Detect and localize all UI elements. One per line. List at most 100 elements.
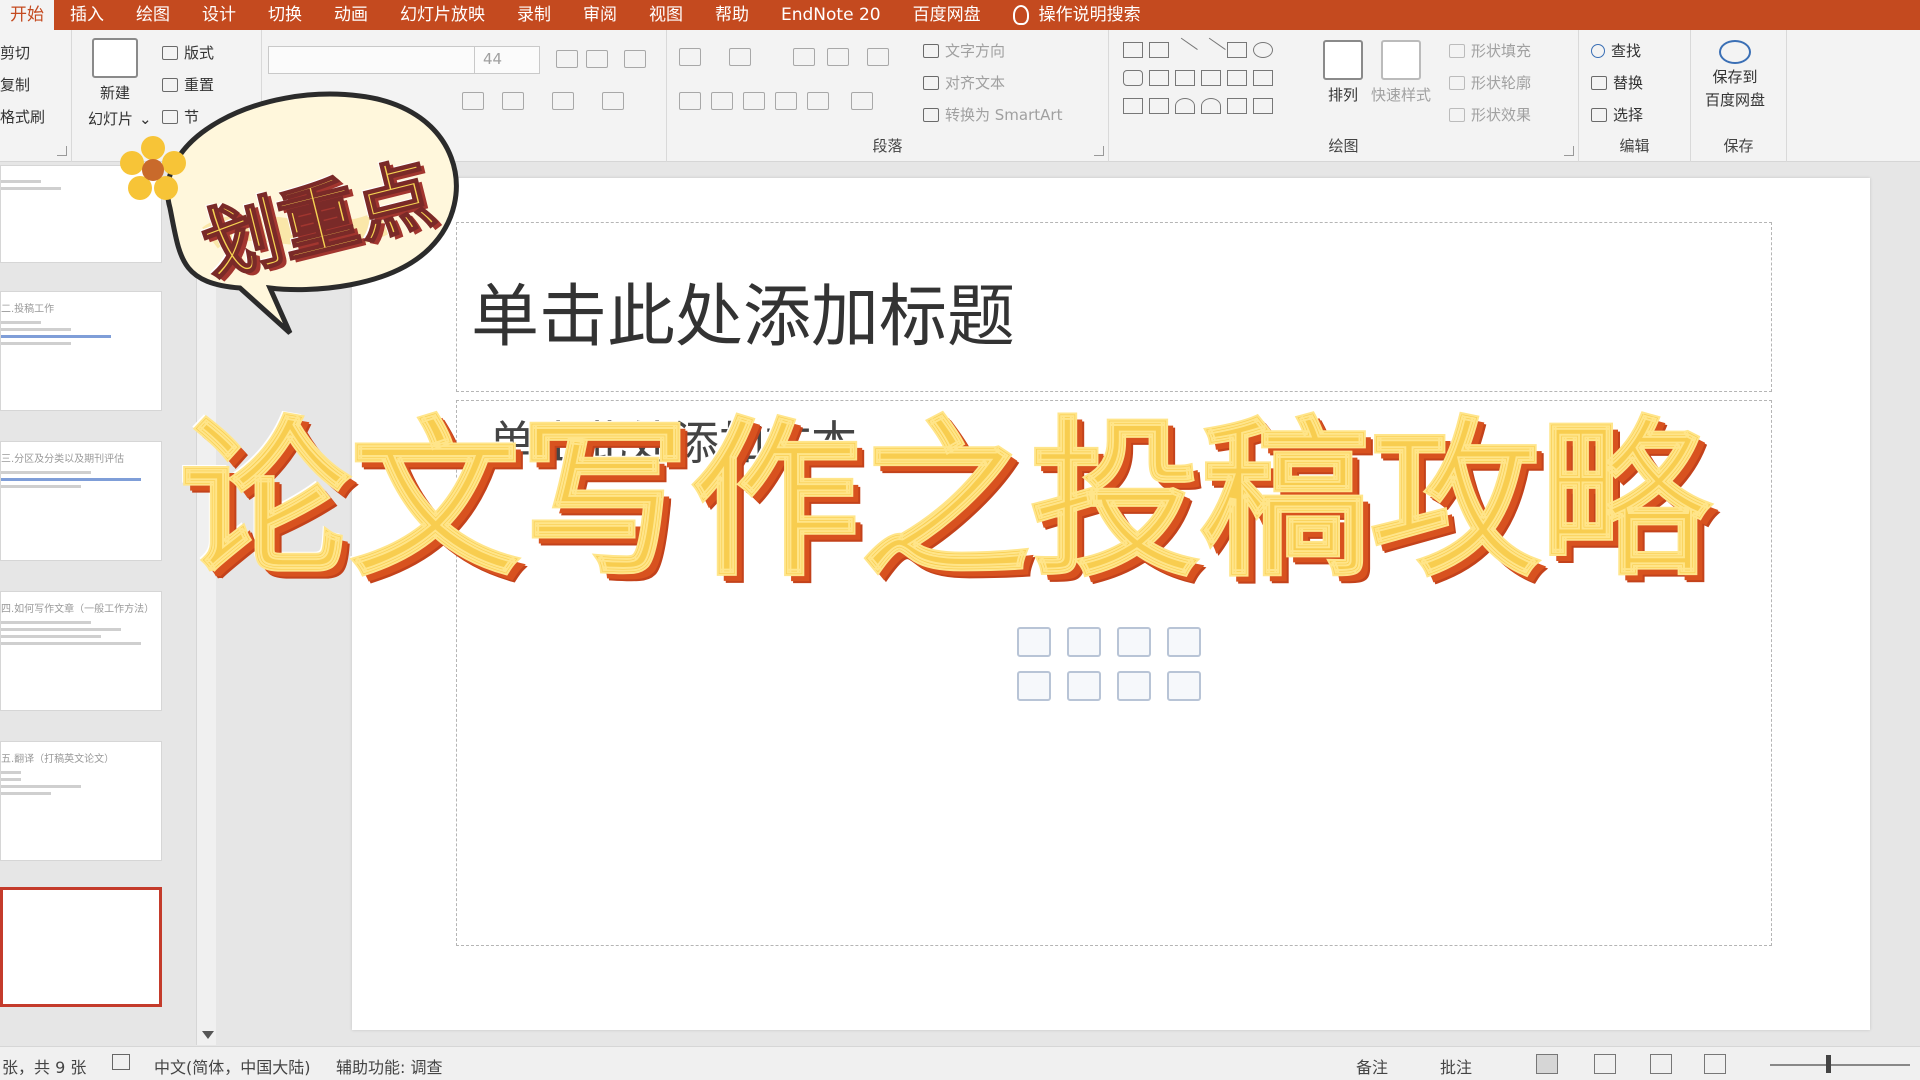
change-case-icon[interactable] xyxy=(502,92,524,110)
reading-view-icon[interactable] xyxy=(1650,1054,1672,1074)
quick-styles-button[interactable]: 快速样式 xyxy=(1371,40,1431,105)
tell-me-search[interactable]: 操作说明搜索 xyxy=(997,0,1157,30)
clipboard-launcher-icon[interactable] xyxy=(57,146,67,156)
insert-smartart-icon[interactable] xyxy=(1117,627,1151,657)
accessibility-status[interactable]: 辅助功能: 调查 xyxy=(336,1054,442,1078)
insert-3d-model-icon[interactable] xyxy=(1167,627,1201,657)
format-painter-button[interactable]: 格式刷 xyxy=(0,106,45,127)
insert-icon-icon[interactable] xyxy=(1167,671,1201,701)
right-brace-shape-icon[interactable] xyxy=(1253,98,1273,114)
freeform-shape-icon[interactable] xyxy=(1123,98,1143,114)
increase-indent-icon[interactable] xyxy=(827,48,849,66)
insert-table-icon[interactable] xyxy=(1017,627,1051,657)
decrease-font-icon[interactable] xyxy=(586,50,608,68)
rectangle-shape-icon[interactable] xyxy=(1227,42,1247,58)
increase-font-icon[interactable] xyxy=(556,50,578,68)
comments-button[interactable]: 批注 xyxy=(1440,1054,1472,1078)
pen-icon xyxy=(1449,75,1465,90)
zoom-slider-thumb[interactable] xyxy=(1826,1055,1831,1073)
tab-help[interactable]: 帮助 xyxy=(699,0,765,30)
shape-outline-button[interactable]: 形状轮廓 xyxy=(1449,72,1531,93)
slide-thumbnail[interactable]: 五.翻译（打稿英文论文） xyxy=(0,741,162,861)
tab-home[interactable]: 开始 xyxy=(0,0,54,30)
tab-insert[interactable]: 插入 xyxy=(54,0,120,30)
slide-thumbnail[interactable]: 三.分区及分类以及期刊评估 xyxy=(0,441,162,561)
font-size-combo[interactable]: 44 xyxy=(474,46,540,74)
justify-icon[interactable] xyxy=(775,92,797,110)
font-color-icon[interactable] xyxy=(602,92,624,110)
slide-sorter-view-icon[interactable] xyxy=(1594,1054,1616,1074)
convert-smartart-button[interactable]: 转换为 SmartArt xyxy=(923,104,1062,125)
save-group: 保存到 百度网盘 保存 xyxy=(1691,30,1787,162)
rounded-rect-shape-icon[interactable] xyxy=(1123,70,1143,86)
shapes-gallery[interactable] xyxy=(1123,37,1293,122)
curve-shape-icon[interactable] xyxy=(1201,98,1221,114)
arrow-line-shape-icon[interactable] xyxy=(1200,37,1226,63)
align-text-button[interactable]: 对齐文本 xyxy=(923,72,1005,93)
textbox-shape-icon[interactable] xyxy=(1123,42,1143,58)
line-shape-icon[interactable] xyxy=(1172,37,1198,63)
tab-record[interactable]: 录制 xyxy=(501,0,567,30)
arc-shape-icon[interactable] xyxy=(1175,98,1195,114)
numbering-icon[interactable] xyxy=(729,48,751,66)
insert-online-picture-icon[interactable] xyxy=(1067,671,1101,701)
align-left-icon[interactable] xyxy=(679,92,701,110)
tab-transitions[interactable]: 切换 xyxy=(252,0,318,30)
lightning-shape-icon[interactable] xyxy=(1149,98,1169,114)
distribute-icon[interactable] xyxy=(851,92,873,110)
tab-baidu-netdisk[interactable]: 百度网盘 xyxy=(897,0,997,30)
find-button[interactable]: 查找 xyxy=(1591,40,1641,61)
left-brace-shape-icon[interactable] xyxy=(1227,98,1247,114)
notes-button[interactable]: 备注 xyxy=(1356,1054,1388,1078)
slide-thumbnail[interactable]: 四.如何写作文章（一般工作方法） xyxy=(0,591,162,711)
tab-view[interactable]: 视图 xyxy=(633,0,699,30)
select-button[interactable]: 选择 xyxy=(1591,104,1643,125)
elbow-connector-shape-icon[interactable] xyxy=(1175,70,1195,86)
slide-thumbnail-selected[interactable] xyxy=(0,887,162,1007)
save-to-baidu-button[interactable]: 保存到 百度网盘 xyxy=(1705,40,1765,110)
paragraph-launcher-icon[interactable] xyxy=(1094,146,1104,156)
columns-icon[interactable] xyxy=(807,92,829,110)
bullets-icon[interactable] xyxy=(679,48,701,66)
line-spacing-icon[interactable] xyxy=(867,48,889,66)
text-direction-button[interactable]: 文字方向 xyxy=(923,40,1005,61)
highlight-icon[interactable] xyxy=(552,92,574,110)
shape-outline-label: 形状轮廓 xyxy=(1471,74,1532,92)
elbow-arrow-shape-icon[interactable] xyxy=(1201,70,1221,86)
shape-fill-button[interactable]: 形状填充 xyxy=(1449,40,1531,61)
clear-formatting-icon[interactable] xyxy=(624,50,646,68)
slideshow-view-icon[interactable] xyxy=(1704,1054,1726,1074)
scroll-down-icon[interactable] xyxy=(202,1031,214,1039)
right-arrow-shape-icon[interactable] xyxy=(1227,70,1247,86)
tab-review[interactable]: 审阅 xyxy=(567,0,633,30)
drawing-launcher-icon[interactable] xyxy=(1564,146,1574,156)
cut-button[interactable]: 剪切 xyxy=(0,42,30,63)
down-arrow-shape-icon[interactable] xyxy=(1253,70,1273,86)
align-center-icon[interactable] xyxy=(711,92,733,110)
triangle-shape-icon[interactable] xyxy=(1149,70,1169,86)
vertical-textbox-shape-icon[interactable] xyxy=(1149,42,1169,58)
copy-label: 复制 xyxy=(0,76,31,94)
replace-button[interactable]: 替换 xyxy=(1591,72,1643,93)
decrease-indent-icon[interactable] xyxy=(793,48,815,66)
spellcheck-icon[interactable] xyxy=(112,1054,130,1070)
thumbnail-line xyxy=(1,180,41,183)
oval-shape-icon[interactable] xyxy=(1253,42,1273,58)
tab-endnote[interactable]: EndNote 20 xyxy=(765,0,897,30)
language-status[interactable]: 中文(简体，中国大陆) xyxy=(154,1054,311,1078)
font-name-combo[interactable] xyxy=(268,46,478,74)
shape-effects-button[interactable]: 形状效果 xyxy=(1449,104,1531,125)
insert-chart-icon[interactable] xyxy=(1067,627,1101,657)
tab-slideshow[interactable]: 幻灯片放映 xyxy=(384,0,501,30)
tab-draw[interactable]: 绘图 xyxy=(120,0,186,30)
zoom-slider-track[interactable] xyxy=(1770,1064,1910,1066)
arrange-button[interactable]: 排列 xyxy=(1323,40,1363,105)
copy-button[interactable]: 复制 xyxy=(0,74,30,95)
align-right-icon[interactable] xyxy=(743,92,765,110)
insert-video-icon[interactable] xyxy=(1117,671,1151,701)
tab-animations[interactable]: 动画 xyxy=(318,0,384,30)
normal-view-icon[interactable] xyxy=(1536,1054,1558,1074)
layout-button[interactable]: 版式 xyxy=(162,42,214,63)
insert-picture-icon[interactable] xyxy=(1017,671,1051,701)
tab-design[interactable]: 设计 xyxy=(186,0,252,30)
